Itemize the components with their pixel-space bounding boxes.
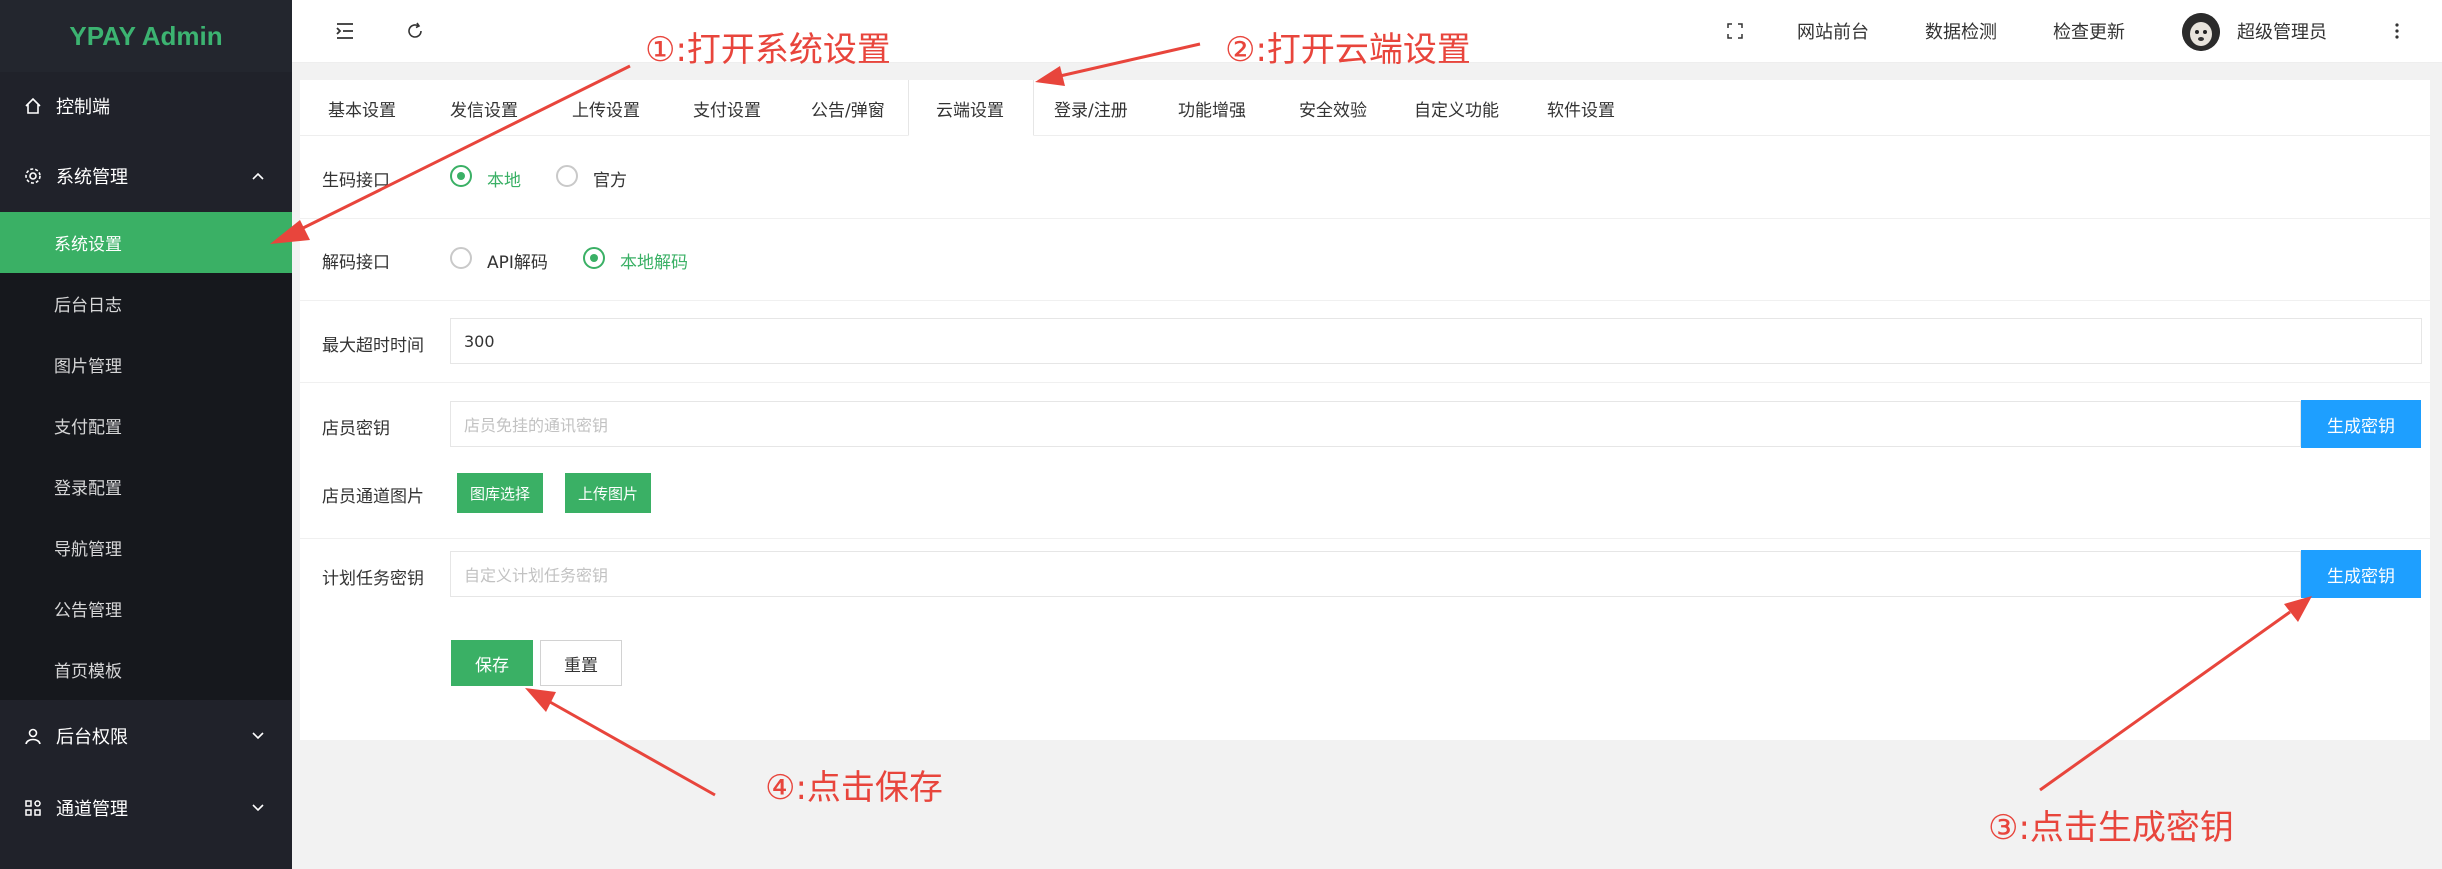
sidebar-subitem-payment[interactable]: 支付配置 <box>0 395 292 456</box>
decode-api-local-text[interactable]: 本地解码 <box>620 248 688 273</box>
code-api-label: 生码接口 <box>322 171 390 191</box>
tab-notice[interactable]: 公告/弹窗 <box>811 96 885 121</box>
annotation-click-save: ④:点击保存 <box>765 768 943 808</box>
frontend-link[interactable]: 网站前台 <box>1797 18 1869 44</box>
sidebar-item-channels[interactable]: 通道管理 <box>0 772 292 844</box>
tab-cloud[interactable]: 云端设置 <box>936 96 1004 121</box>
clerk-row: 店员密钥 店员免挂的通讯密钥 生成密钥 店员通道图片 图库选择 上传图片 <box>300 382 2430 539</box>
sidebar-subitem-login[interactable]: 登录配置 <box>0 456 292 517</box>
clerk-generate-key-button[interactable]: 生成密钥 <box>2301 400 2421 448</box>
decode-api-row: 解码接口 API解码 本地解码 <box>300 218 2430 301</box>
gallery-select-button[interactable]: 图库选择 <box>457 473 543 513</box>
gear-icon <box>24 167 42 185</box>
code-api-official-text[interactable]: 官方 <box>593 166 627 191</box>
tab-upload[interactable]: 上传设置 <box>572 96 640 121</box>
cron-generate-key-button[interactable]: 生成密钥 <box>2301 550 2421 598</box>
data-check-link[interactable]: 数据检测 <box>1925 18 1997 44</box>
sidebar-subitem-template[interactable]: 首页模板 <box>0 639 292 700</box>
sidebar-item-system[interactable]: 系统管理 <box>0 140 292 212</box>
sidebar-subitem-logs[interactable]: 后台日志 <box>0 273 292 334</box>
sidebar-item-label: 系统管理 <box>56 167 128 188</box>
upload-image-button[interactable]: 上传图片 <box>565 473 651 513</box>
code-api-local-radio[interactable] <box>450 165 472 187</box>
sidebar-item-label: 后台权限 <box>56 727 128 748</box>
timeout-input[interactable]: 300 <box>450 318 2422 364</box>
apps-icon <box>24 799 42 817</box>
more-vertical-icon[interactable] <box>2384 18 2410 44</box>
decode-api-remote-radio[interactable] <box>450 247 472 269</box>
decode-api-local-radio[interactable] <box>583 247 605 269</box>
sidebar-item-console[interactable]: 控制端 <box>0 72 292 140</box>
reset-button[interactable]: 重置 <box>540 640 622 686</box>
settings-tabs: 基本设置 发信设置 上传设置 支付设置 公告/弹窗 云端设置 登录/注册 功能增… <box>300 80 2430 136</box>
sidebar-item-permissions[interactable]: 后台权限 <box>0 700 292 772</box>
fullscreen-icon[interactable] <box>1722 18 1748 44</box>
tab-security[interactable]: 安全效验 <box>1299 96 1367 121</box>
user-icon <box>24 727 42 745</box>
decode-api-label: 解码接口 <box>322 253 390 273</box>
tab-login[interactable]: 登录/注册 <box>1054 96 1128 121</box>
timeout-row: 最大超时时间 300 <box>300 300 2430 383</box>
tab-enhance[interactable]: 功能增强 <box>1178 96 1246 121</box>
avatar[interactable] <box>2182 13 2220 51</box>
home-icon <box>24 97 42 115</box>
tab-payment[interactable]: 支付设置 <box>693 96 761 121</box>
chevron-down-icon <box>248 726 268 746</box>
sidebar-item-label: 控制端 <box>56 97 110 118</box>
clerk-key-label: 店员密钥 <box>322 419 390 439</box>
check-update-link[interactable]: 检查更新 <box>2053 18 2125 44</box>
clerk-image-label: 店员通道图片 <box>322 487 424 507</box>
decode-api-remote-text[interactable]: API解码 <box>487 248 548 273</box>
cron-key-input[interactable]: 自定义计划任务密钥 <box>450 551 2301 597</box>
cron-key-row: 计划任务密钥 自定义计划任务密钥 生成密钥 <box>300 538 2430 610</box>
tab-custom[interactable]: 自定义功能 <box>1414 96 1499 121</box>
annotation-generate-key: ③:点击生成密钥 <box>1988 808 2234 848</box>
settings-panel: 基本设置 发信设置 上传设置 支付设置 公告/弹窗 云端设置 登录/注册 功能增… <box>300 80 2430 740</box>
code-api-official-radio[interactable] <box>556 165 578 187</box>
user-name[interactable]: 超级管理员 <box>2237 18 2327 44</box>
system-submenu: 系统设置 后台日志 图片管理 支付配置 登录配置 导航管理 公告管理 首页模板 <box>0 212 292 700</box>
menu-toggle-icon[interactable] <box>332 18 358 44</box>
chevron-down-icon <box>248 798 268 818</box>
sidebar-subitem-notice[interactable]: 公告管理 <box>0 578 292 639</box>
annotation-open-cloud-settings: ②:打开云端设置 <box>1225 30 1471 70</box>
chevron-up-icon <box>248 166 268 186</box>
save-button[interactable]: 保存 <box>451 640 533 686</box>
tab-mail[interactable]: 发信设置 <box>450 96 518 121</box>
sidebar-item-label: 通道管理 <box>56 799 128 820</box>
tab-basic[interactable]: 基本设置 <box>328 96 396 121</box>
annotation-open-system-settings: ①:打开系统设置 <box>645 30 891 70</box>
sidebar-subitem-system-settings[interactable]: 系统设置 <box>0 212 292 273</box>
app-logo[interactable]: YPAY Admin <box>0 0 292 72</box>
clerk-key-input[interactable]: 店员免挂的通讯密钥 <box>450 401 2301 447</box>
sidebar-subitem-nav[interactable]: 导航管理 <box>0 517 292 578</box>
tab-software[interactable]: 软件设置 <box>1547 96 1615 121</box>
code-api-row: 生码接口 本地 官方 <box>300 136 2430 219</box>
sidebar: YPAY Admin 控制端 系统管理 系统设置 后台日志 图片管理 支付配置 … <box>0 0 292 869</box>
refresh-icon[interactable] <box>402 18 428 44</box>
code-api-local-text[interactable]: 本地 <box>487 166 521 191</box>
cron-key-label: 计划任务密钥 <box>322 569 424 589</box>
timeout-label: 最大超时时间 <box>322 336 424 356</box>
sidebar-subitem-images[interactable]: 图片管理 <box>0 334 292 395</box>
